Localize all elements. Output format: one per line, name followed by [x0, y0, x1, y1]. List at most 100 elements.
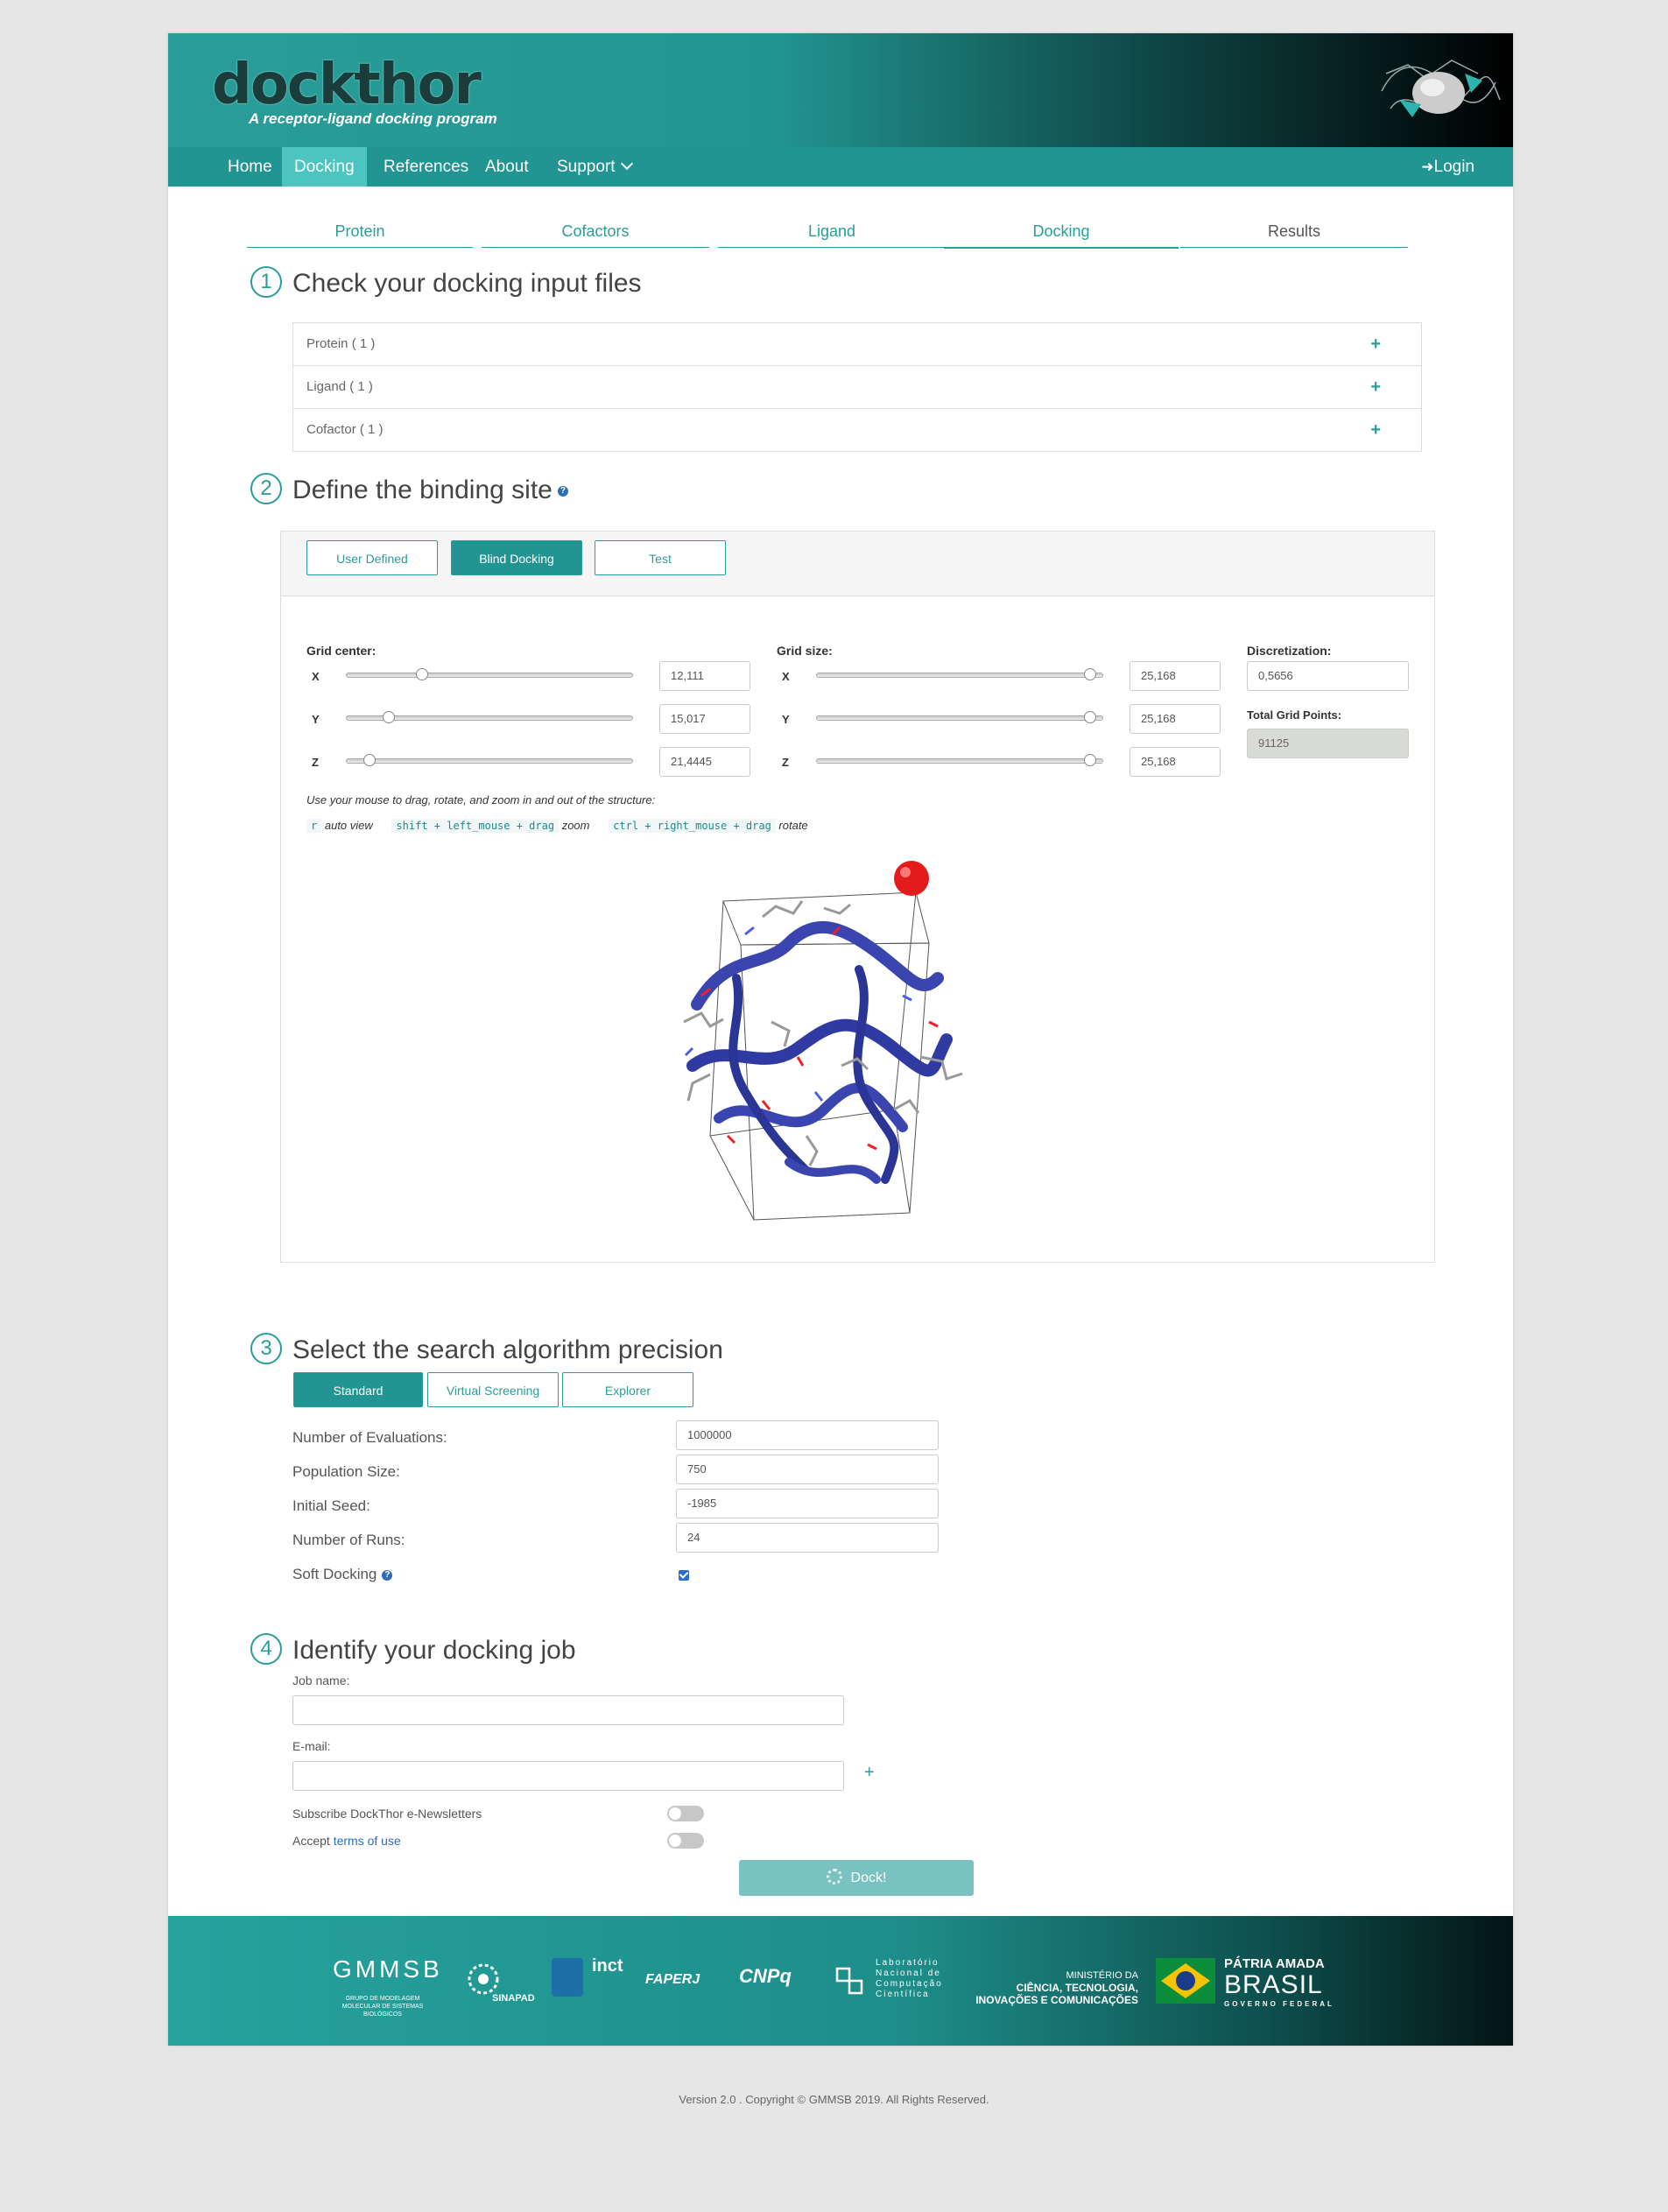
email-label: E-mail: [292, 1739, 331, 1753]
job-name-input[interactable] [292, 1695, 844, 1725]
step-results[interactable]: Results [1180, 215, 1408, 248]
dock-button[interactable]: Dock! [739, 1860, 974, 1896]
email-input[interactable] [292, 1761, 844, 1791]
step-ligand[interactable]: Ligand [718, 215, 946, 248]
grid-center-z-slider[interactable] [346, 754, 633, 766]
slider-handle[interactable] [1083, 668, 1096, 680]
nav-references[interactable]: References [371, 147, 481, 187]
help-icon[interactable]: ? [557, 486, 568, 497]
blind-docking-button[interactable]: Blind Docking [451, 540, 582, 575]
section-3-title: 3 Select the search algorithm precision [250, 1333, 723, 1368]
login-link[interactable]: ➜Login [1409, 147, 1487, 187]
nav-docking[interactable]: Docking [282, 147, 367, 187]
accordion-cofactor[interactable]: Cofactor ( 1 ) + [293, 408, 1421, 451]
slider-handle[interactable] [415, 668, 428, 680]
accordion-ligand[interactable]: Ligand ( 1 ) + [293, 365, 1421, 408]
population-size-input[interactable]: 750 [676, 1455, 939, 1484]
grid-center-y-slider[interactable] [346, 711, 633, 723]
shortcut-desc: zoom [561, 819, 590, 832]
login-label: Login [1433, 158, 1475, 176]
nav-support[interactable]: Support [545, 147, 644, 187]
grid-center-z-input[interactable]: 21,4445 [659, 747, 750, 777]
section-4-title: 4 Identify your docking job [250, 1633, 576, 1668]
shortcut-key: ctrl + right_mouse + drag [609, 819, 776, 833]
grid-size-y-slider[interactable] [816, 711, 1103, 723]
ministerio-line-1: MINISTÉRIO DA [1066, 1970, 1138, 1981]
shortcut-desc: rotate [778, 819, 808, 832]
grid-center-x-input[interactable]: 12,111 [659, 661, 750, 691]
grid-size-y-input[interactable]: 25,168 [1130, 704, 1221, 734]
nav-home[interactable]: Home [215, 147, 285, 187]
shortcut-desc: auto view [324, 819, 373, 832]
subscribe-toggle[interactable] [667, 1806, 704, 1821]
slider-handle[interactable] [1083, 754, 1096, 766]
gmmsb-subtitle: GRUPO DE MODELAGEM MOLECULAR DE SISTEMAS… [341, 1996, 424, 2018]
grid-size-z-input[interactable]: 25,168 [1130, 747, 1221, 777]
grid-size-label: Grid size: [777, 644, 833, 658]
protein-thumbnail-icon [1381, 60, 1501, 117]
grid-center-x-slider[interactable] [346, 668, 633, 680]
step-number-4: 4 [250, 1633, 282, 1666]
plus-icon[interactable]: + [1370, 409, 1381, 451]
discretization-label: Discretization: [1247, 644, 1332, 658]
axis-label-z: Z [782, 756, 789, 769]
partners-footer: GMMSB GRUPO DE MODELAGEM MOLECULAR DE SI… [168, 1916, 1513, 2046]
step-protein[interactable]: Protein [247, 215, 473, 248]
nav-about[interactable]: About [473, 147, 541, 187]
chevron-down-icon [620, 157, 633, 171]
discretization-input[interactable]: 0,5656 [1247, 661, 1409, 691]
soft-docking-checkbox[interactable] [679, 1570, 689, 1581]
number-of-runs-input[interactable]: 24 [676, 1523, 939, 1553]
explorer-button[interactable]: Explorer [562, 1372, 693, 1407]
accordion-label: Ligand ( 1 ) [306, 379, 373, 394]
grid-size-x-input[interactable]: 25,168 [1130, 661, 1221, 691]
section-2-title: 2 Define the binding site? [250, 473, 568, 508]
slider-handle[interactable] [1083, 711, 1096, 723]
plus-icon[interactable]: + [1370, 366, 1381, 408]
grid-center-y-input[interactable]: 15,017 [659, 704, 750, 734]
step-number-1: 1 [250, 266, 282, 299]
accordion-label: Protein ( 1 ) [306, 336, 376, 351]
slider-handle[interactable] [382, 711, 395, 723]
dockthor-logo[interactable]: dockthor [212, 53, 482, 117]
evaluations-input[interactable]: 1000000 [676, 1420, 939, 1450]
inct-logo: inct [592, 1956, 623, 1976]
login-icon: ➜ [1421, 159, 1434, 175]
user-defined-button[interactable]: User Defined [306, 540, 438, 575]
brazil-flag-icon [1156, 1958, 1215, 2004]
lncc-icon [835, 1967, 863, 1995]
grid-size-x-slider[interactable] [816, 668, 1103, 680]
population-size-label: Population Size: [292, 1463, 400, 1480]
help-icon[interactable]: ? [382, 1569, 393, 1581]
ministerio-line-2: CIÊNCIA, TECNOLOGIA, [1016, 1982, 1138, 1994]
shortcut-key: r [306, 819, 322, 833]
initial-seed-input[interactable]: -1985 [676, 1489, 939, 1518]
number-of-runs-label: Number of Runs: [292, 1532, 405, 1548]
accept-terms-label: Accept terms of use [292, 1834, 401, 1848]
axis-label-x: X [312, 670, 320, 683]
brasil-line-1: PÁTRIA AMADA [1224, 1956, 1325, 1971]
axis-label-y: Y [312, 713, 320, 726]
terms-of-use-link[interactable]: terms of use [334, 1834, 401, 1848]
plus-icon[interactable]: + [1370, 323, 1381, 365]
slider-handle[interactable] [362, 754, 376, 766]
step-cofactors[interactable]: Cofactors [482, 215, 709, 248]
viewer-instructions: Use your mouse to drag, rotate, and zoom… [306, 793, 656, 807]
lncc-label: Laboratório Nacional de Computação Cient… [876, 1958, 943, 1999]
virtual-screening-button[interactable]: Virtual Screening [427, 1372, 559, 1407]
step-docking[interactable]: Docking [944, 215, 1179, 249]
nav-support-label: Support [557, 158, 616, 176]
subscribe-label: Subscribe DockThor e-Newsletters [292, 1807, 482, 1821]
grid-size-z-slider[interactable] [816, 754, 1103, 766]
accept-terms-toggle[interactable] [667, 1833, 704, 1849]
accordion-protein[interactable]: Protein ( 1 ) + [293, 323, 1421, 365]
standard-button[interactable]: Standard [293, 1372, 423, 1407]
add-email-plus-icon[interactable]: + [864, 1763, 875, 1783]
section-3-heading: Select the search algorithm precision [292, 1335, 723, 1364]
molecule-3d-viewer[interactable] [631, 847, 1087, 1250]
step-number-3: 3 [250, 1333, 282, 1365]
job-name-label: Job name: [292, 1673, 350, 1687]
soft-docking-text: Soft Docking [292, 1566, 377, 1582]
logo-tagline: A receptor-ligand docking program [249, 110, 497, 127]
test-button[interactable]: Test [595, 540, 726, 575]
